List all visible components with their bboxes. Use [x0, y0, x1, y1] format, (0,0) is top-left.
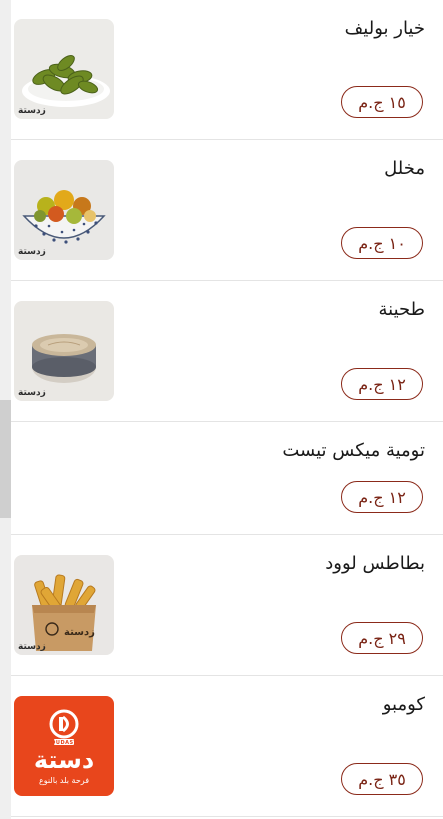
svg-text:زدستة: زدستة [64, 627, 95, 638]
logo-wordmark: دستة [33, 746, 95, 774]
item-name: بطاطس لوود [325, 553, 425, 574]
logo-tagline: فرحة بلد بالنوع [38, 776, 90, 785]
item-name: مخلل [384, 158, 425, 179]
scrollbar-thumb[interactable] [0, 400, 11, 518]
item-name: خيار بوليف [344, 18, 425, 39]
menu-item-loaded-fries[interactable]: زدستة زدستة بطاطس لوود ٢٩ ج.م [11, 535, 443, 676]
menu-item-pickles[interactable]: زدستة خيار بوليف ١٥ ج.م [11, 0, 443, 140]
watermark-logo: زدستة [18, 247, 46, 257]
item-name: تومية ميكس تيست [282, 440, 425, 461]
price-button[interactable]: ١٢ ج.م [341, 481, 423, 513]
item-name: كومبو [382, 694, 425, 715]
menu-item-combo[interactable]: NOUDASTA دستة فرحة بلد بالنوع كومبو ٣٥ ج… [11, 676, 443, 817]
mixed-pickles-photo: زدستة [14, 160, 114, 260]
menu-item-mixed-pickles[interactable]: زدستة مخلل ١٠ ج.م [11, 140, 443, 281]
price-button[interactable]: ١٢ ج.م [341, 368, 423, 400]
tahini-photo: زدستة [14, 301, 114, 401]
pickles-photo: زدستة [14, 19, 114, 119]
price-button[interactable]: ١٥ ج.م [341, 86, 423, 118]
menu-item-tahini[interactable]: زدستة طحينة ١٢ ج.م [11, 281, 443, 422]
price-button[interactable]: ٢٩ ج.م [341, 622, 423, 654]
menu-item-garlic-mix[interactable]: تومية ميكس تيست ١٢ ج.م [11, 422, 443, 535]
watermark-logo: زدستة [18, 388, 46, 398]
item-name: طحينة [378, 299, 425, 320]
price-button[interactable]: ١٠ ج.م [341, 227, 423, 259]
price-button[interactable]: ٣٥ ج.م [341, 763, 423, 795]
menu-list: زدستة خيار بوليف ١٥ ج.م زدستة مخلل ١٠ ج.… [11, 0, 443, 819]
dasta-logo: NOUDASTA دستة فرحة بلد بالنوع [14, 696, 114, 796]
watermark-logo: زدستة [18, 642, 46, 652]
watermark-logo: زدستة [18, 106, 46, 116]
scrollbar-track[interactable] [0, 0, 11, 819]
fries-photo: زدستة زدستة [14, 555, 114, 655]
